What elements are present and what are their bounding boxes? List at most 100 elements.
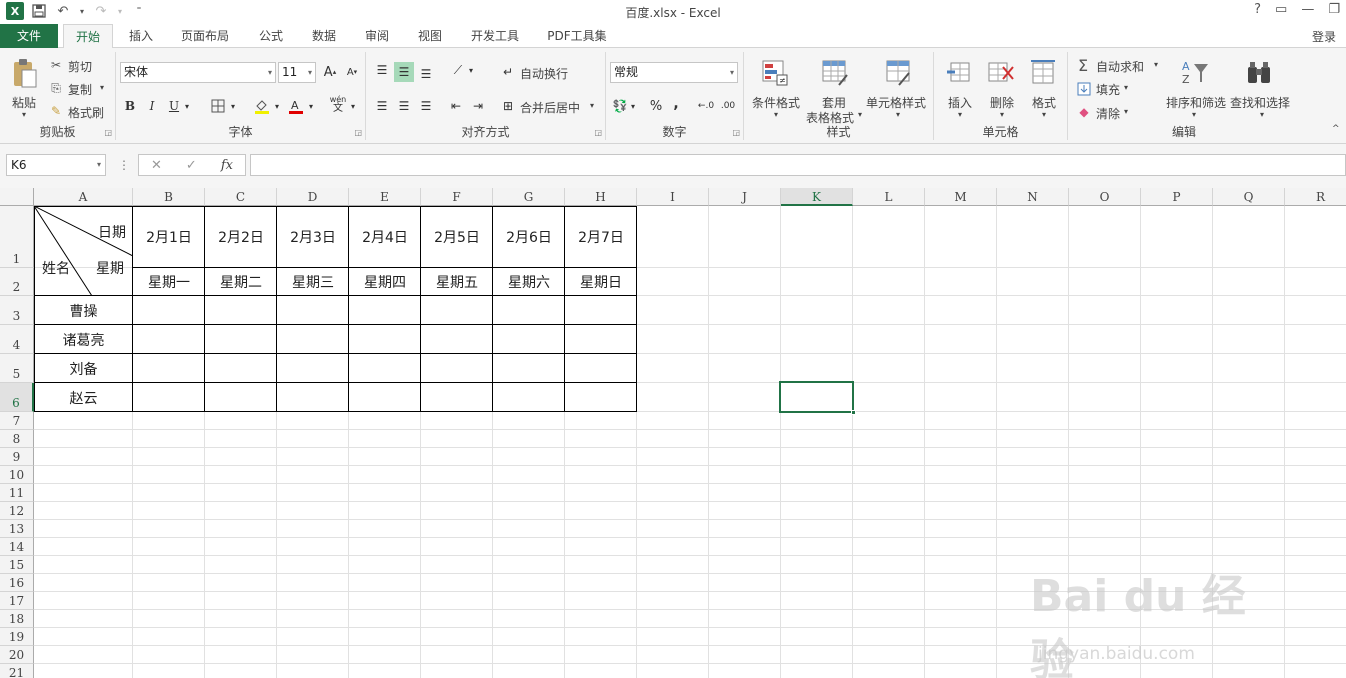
copy-dropdown-icon[interactable]: ▾ xyxy=(100,83,104,92)
paste-icon[interactable] xyxy=(10,58,40,90)
format-as-table-icon[interactable] xyxy=(820,58,850,88)
borders-icon[interactable] xyxy=(208,96,228,116)
row-header-11[interactable]: 11 xyxy=(0,484,34,502)
column-header-q[interactable]: Q xyxy=(1213,188,1285,206)
autosum-dropdown-icon[interactable]: ▾ xyxy=(1154,60,1158,69)
selected-cell-outline[interactable] xyxy=(779,381,856,415)
underline-dropdown-icon[interactable]: ▾ xyxy=(182,96,192,116)
row-header-6[interactable]: 6 xyxy=(0,383,34,412)
restore-icon[interactable]: ❐ xyxy=(1328,2,1340,17)
column-header-i[interactable]: I xyxy=(637,188,709,206)
column-header-b[interactable]: B xyxy=(133,188,205,206)
fill-handle[interactable] xyxy=(851,410,856,415)
alignment-launcher-icon[interactable]: ◲ xyxy=(594,128,602,137)
paste-dropdown-icon[interactable]: ▾ xyxy=(22,110,26,119)
format-cells-icon[interactable] xyxy=(1028,58,1058,88)
increase-decimal-icon[interactable]: ←.0 xyxy=(696,96,716,116)
column-header-k[interactable]: K xyxy=(781,188,853,206)
comma-style-button[interactable]: , xyxy=(666,94,686,114)
date-cell[interactable]: 2月3日 xyxy=(277,206,349,268)
font-launcher-icon[interactable]: ◲ xyxy=(354,128,362,137)
phonetic-button[interactable]: wén 文 xyxy=(328,94,348,114)
login-link[interactable]: 登录 xyxy=(1312,28,1336,45)
row-header-7[interactable]: 7 xyxy=(0,412,34,430)
date-cell[interactable]: 2月6日 xyxy=(493,206,565,268)
number-launcher-icon[interactable]: ◲ xyxy=(732,128,740,137)
column-header-e[interactable]: E xyxy=(349,188,421,206)
name-cell[interactable]: 赵云 xyxy=(34,383,133,412)
cell-styles-button[interactable]: 单元格样式 xyxy=(866,94,926,111)
formula-input[interactable] xyxy=(250,154,1346,176)
column-header-j[interactable]: J xyxy=(709,188,781,206)
percent-style-button[interactable]: % xyxy=(646,96,666,116)
tab-review[interactable]: 审阅 xyxy=(354,24,400,48)
weekday-cell[interactable]: 星期日 xyxy=(565,268,637,296)
number-format-combo[interactable]: 常规 ▾ xyxy=(610,62,738,83)
accounting-format-icon[interactable]: 💱 xyxy=(610,96,630,116)
row-header-5[interactable]: 5 xyxy=(0,354,34,383)
merge-dropdown-icon[interactable]: ▾ xyxy=(590,101,594,110)
decrease-indent-icon[interactable]: ⇤ xyxy=(446,96,466,116)
font-color-icon[interactable]: A xyxy=(286,96,306,116)
worksheet-grid[interactable]: ABCDEFGHIJKLMNOPQR 1 2 3 4 5 6 7 8 9 10 11 12 13 14 15… xyxy=(0,188,1346,678)
weekday-cell[interactable]: 星期四 xyxy=(349,268,421,296)
tab-view[interactable]: 视图 xyxy=(407,24,453,48)
weekday-cell[interactable]: 星期二 xyxy=(205,268,277,296)
find-select-button[interactable]: 查找和选择 xyxy=(1230,94,1290,111)
row-header-10[interactable]: 10 xyxy=(0,466,34,484)
font-name-dropdown-icon[interactable]: ▾ xyxy=(268,63,272,82)
tab-pdf-tools[interactable]: PDF工具集 xyxy=(540,24,614,48)
conditional-format-dropdown-icon[interactable]: ▾ xyxy=(774,110,778,119)
row-header-12[interactable]: 12 xyxy=(0,502,34,520)
column-header-r[interactable]: R xyxy=(1285,188,1346,206)
row-header-4[interactable]: 4 xyxy=(0,325,34,354)
tab-developer[interactable]: 开发工具 xyxy=(462,24,528,48)
sort-filter-icon[interactable]: AZ xyxy=(1180,58,1210,88)
sort-filter-button[interactable]: 排序和筛选 xyxy=(1166,94,1226,111)
name-box-dropdown-icon[interactable]: ▾ xyxy=(97,155,101,175)
insert-cells-dropdown-icon[interactable]: ▾ xyxy=(958,110,962,119)
row-header-17[interactable]: 17 xyxy=(0,592,34,610)
tab-data[interactable]: 数据 xyxy=(301,24,347,48)
cell-styles-dropdown-icon[interactable]: ▾ xyxy=(896,110,900,119)
font-size-dropdown-icon[interactable]: ▾ xyxy=(308,63,312,82)
row-header-13[interactable]: 13 xyxy=(0,520,34,538)
minimize-icon[interactable]: — xyxy=(1301,2,1314,17)
wrap-text-button[interactable]: 自动换行 xyxy=(520,65,568,82)
font-size-combo[interactable]: 11 ▾ xyxy=(278,62,316,83)
help-icon[interactable]: ? xyxy=(1254,2,1261,17)
font-name-combo[interactable]: 宋体 ▾ xyxy=(120,62,276,83)
column-header-d[interactable]: D xyxy=(277,188,349,206)
date-cell[interactable]: 2月5日 xyxy=(421,206,493,268)
align-middle-icon[interactable]: ☰ xyxy=(394,62,414,82)
sort-filter-dropdown-icon[interactable]: ▾ xyxy=(1192,110,1196,119)
row-header-16[interactable]: 16 xyxy=(0,574,34,592)
insert-cells-icon[interactable] xyxy=(944,58,974,88)
tab-formulas[interactable]: 公式 xyxy=(248,24,294,48)
delete-cells-button[interactable]: 删除 xyxy=(990,94,1014,111)
delete-cells-dropdown-icon[interactable]: ▾ xyxy=(1000,110,1004,119)
conditional-format-icon[interactable]: ≠ xyxy=(760,58,790,88)
italic-button[interactable]: I xyxy=(142,96,162,116)
align-bottom-icon[interactable]: ☰ xyxy=(416,64,436,84)
row-header-15[interactable]: 15 xyxy=(0,556,34,574)
name-cell[interactable]: 曹操 xyxy=(34,296,133,325)
fill-color-dropdown-icon[interactable]: ▾ xyxy=(272,96,282,116)
format-cells-button[interactable]: 格式 xyxy=(1032,94,1056,111)
row-header-3[interactable]: 3 xyxy=(0,296,34,325)
column-header-c[interactable]: C xyxy=(205,188,277,206)
borders-dropdown-icon[interactable]: ▾ xyxy=(228,96,238,116)
column-header-a[interactable]: A xyxy=(34,188,133,206)
number-format-dropdown-icon[interactable]: ▾ xyxy=(730,63,734,82)
cell-styles-icon[interactable] xyxy=(884,58,914,88)
align-top-icon[interactable]: ☰ xyxy=(372,60,392,80)
column-header-l[interactable]: L xyxy=(853,188,925,206)
align-left-icon[interactable]: ☰ xyxy=(372,96,392,116)
row-header-14[interactable]: 14 xyxy=(0,538,34,556)
column-header-f[interactable]: F xyxy=(421,188,493,206)
row-header-19[interactable]: 19 xyxy=(0,628,34,646)
row-header-20[interactable]: 20 xyxy=(0,646,34,664)
column-header-n[interactable]: N xyxy=(997,188,1069,206)
date-cell[interactable]: 2月2日 xyxy=(205,206,277,268)
name-box[interactable]: K6 ▾ xyxy=(6,154,106,176)
